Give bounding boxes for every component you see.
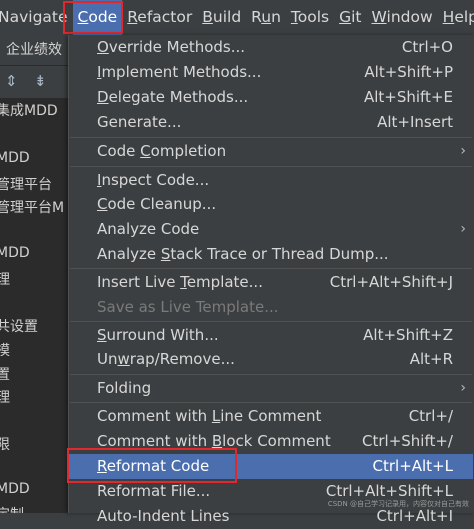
menu-git-mnemonic: G [339, 8, 352, 26]
menu-run-mnemonic: u [261, 8, 272, 26]
tree-item[interactable]: 管理平台M [0, 197, 64, 217]
menu-tools-rest: ools [297, 8, 330, 26]
menu-item-label: Override Methods... [97, 38, 246, 56]
sidebar-toolbar: ⇕ ⇟ [0, 65, 68, 99]
menu-item-label: Generate... [97, 113, 182, 131]
menu-separator [70, 374, 472, 375]
menu-window[interactable]: Window [367, 0, 438, 35]
tree-item[interactable]: 置 [0, 364, 10, 384]
tree-item[interactable]: MDD [0, 245, 30, 261]
code-menu-highlight-box [63, 1, 123, 34]
menu-item-shortcut: Ctrl+Alt+Shift+J [329, 273, 453, 291]
menu-item-label: Save as Live Template... [97, 298, 279, 316]
project-tree: 集成MDD MDD 管理平台 管理平台M MDD 理 共设置 模 置 理 限 M… [0, 98, 68, 513]
menu-item-implement-methods[interactable]: Implement Methods... Alt+Shift+P [69, 60, 473, 85]
menu-build[interactable]: Build [197, 0, 246, 35]
menu-git-rest: it [351, 8, 362, 26]
menu-item-shortcut: Alt+Shift+Z [363, 326, 453, 344]
menu-run-r: R [251, 8, 262, 26]
code-dropdown-menu: Override Methods... Ctrl+O Implement Met… [68, 35, 474, 525]
project-sidebar: 企业绩效 ⇕ ⇟ 集成MDD MDD 管理平台 管理平台M MDD 理 共设置 … [0, 35, 68, 513]
menu-item-shortcut: Alt+Insert [377, 113, 453, 131]
menu-item-shortcut: Ctrl+O [401, 38, 453, 56]
menu-item-code-completion[interactable]: Code Completion › [69, 139, 473, 164]
tree-item[interactable]: 定制 [0, 504, 24, 513]
menu-item-folding[interactable]: Folding › [69, 376, 473, 401]
menu-item-label: Code Cleanup... [97, 195, 217, 213]
tree-item[interactable]: 限 [0, 434, 10, 454]
menu-item-line-comment[interactable]: Comment with Line Comment Ctrl+/ [69, 404, 473, 429]
menu-refactor-rest: efactor [137, 8, 193, 26]
menu-separator [70, 268, 472, 269]
reformat-code-highlight-box [67, 448, 237, 483]
menu-git[interactable]: Git [334, 0, 366, 35]
tree-item[interactable]: 集成MDD [0, 100, 58, 120]
menu-refactor[interactable]: Refactor [122, 0, 197, 35]
tree-item[interactable]: MDD [0, 481, 30, 497]
tree-item[interactable]: 管理平台 [0, 174, 52, 194]
expand-all-icon[interactable]: ⇕ [5, 72, 18, 90]
tree-item[interactable]: 模 [0, 340, 10, 360]
menu-navigate[interactable]: Navigate [0, 0, 73, 35]
tree-item[interactable]: 理 [0, 269, 10, 289]
menu-item-shortcut: Alt+R [409, 350, 453, 368]
menu-item-label: Unwrap/Remove... [97, 350, 235, 368]
menu-item-shortcut: Ctrl+Shift+/ [362, 432, 453, 450]
menu-item-label: Delegate Methods... [97, 88, 249, 106]
menu-item-label: Analyze Stack Trace or Thread Dump... [97, 245, 389, 263]
menu-item-generate[interactable]: Generate... Alt+Insert [69, 110, 473, 135]
menu-help-mnemonic: H [442, 8, 455, 26]
menu-separator [70, 166, 472, 167]
menu-run[interactable]: Run [246, 0, 286, 35]
menu-item-label: Code Completion [97, 142, 227, 160]
menu-help-rest: elp [454, 8, 474, 26]
menu-run-rest: n [271, 8, 281, 26]
menu-item-label: Comment with Line Comment [97, 407, 322, 425]
menu-window-rest: indow [386, 8, 433, 26]
tree-item[interactable]: 共设置 [0, 316, 38, 336]
collapse-all-icon[interactable]: ⇟ [34, 72, 47, 90]
submenu-arrow-icon: › [460, 143, 466, 159]
menu-item-analyze-code[interactable]: Analyze Code › [69, 217, 473, 242]
menu-item-analyze-stack-trace[interactable]: Analyze Stack Trace or Thread Dump... [69, 242, 473, 267]
menu-item-delegate-methods[interactable]: Delegate Methods... Alt+Shift+E [69, 85, 473, 110]
menu-separator [70, 321, 472, 322]
menu-item-code-cleanup[interactable]: Code Cleanup... [69, 192, 473, 217]
menu-separator [70, 137, 472, 138]
watermark: CSDN @自己学习记录用，内容仅对自己有效 [327, 500, 469, 508]
menu-item-label: Implement Methods... [97, 63, 262, 81]
menu-item-override-methods[interactable]: Override Methods... Ctrl+O [69, 35, 473, 60]
menu-item-shortcut: Alt+Shift+P [364, 63, 453, 81]
menu-item-save-as-live-template: Save as Live Template... [69, 295, 473, 320]
menu-item-label: Analyze Code [97, 220, 200, 238]
menu-item-label: Auto-Indent Lines [97, 507, 230, 525]
menu-help[interactable]: Help [438, 0, 474, 35]
menu-build-rest: uild [212, 8, 242, 26]
menu-item-surround-with[interactable]: Surround With... Alt+Shift+Z [69, 323, 473, 348]
menu-item-label: Insert Live Template... [97, 273, 263, 291]
menu-item-label: Surround With... [97, 326, 219, 344]
sidebar-tab[interactable]: 企业绩效 [0, 35, 68, 65]
menu-navigate-label: Navigate [0, 8, 68, 26]
menu-item-insert-live-template[interactable]: Insert Live Template... Ctrl+Alt+Shift+J [69, 270, 473, 295]
menu-item-label: Inspect Code... [97, 171, 210, 189]
menu-build-mnemonic: B [202, 8, 213, 26]
menu-item-unwrap-remove[interactable]: Unwrap/Remove... Alt+R [69, 347, 473, 372]
menu-tools[interactable]: Tools [286, 0, 334, 35]
tree-item[interactable]: 理 [0, 387, 10, 407]
menu-tools-mnemonic: T [290, 8, 298, 26]
menu-item-shortcut: Ctrl+Alt+L [372, 457, 454, 475]
submenu-arrow-icon: › [460, 221, 466, 237]
menu-item-shortcut: Ctrl+/ [408, 407, 453, 425]
submenu-arrow-icon: › [460, 380, 466, 396]
menu-refactor-mnemonic: R [127, 8, 138, 26]
menu-window-mnemonic: W [371, 8, 387, 26]
menu-separator [70, 402, 472, 403]
tree-item[interactable]: MDD [0, 150, 30, 166]
menu-item-inspect-code[interactable]: Inspect Code... [69, 168, 473, 193]
menu-item-shortcut: Alt+Shift+E [363, 88, 453, 106]
menu-item-label: Folding [97, 379, 152, 397]
